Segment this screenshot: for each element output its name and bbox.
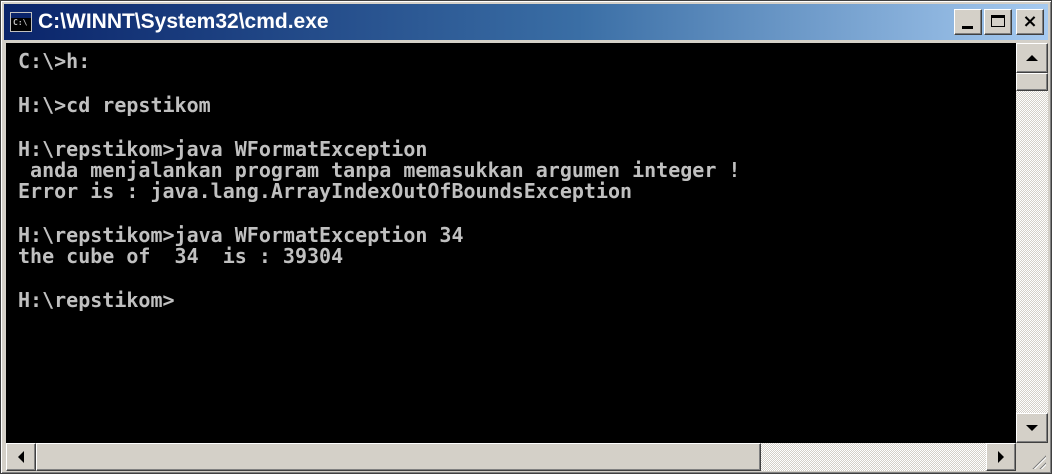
arrow-right-icon	[998, 451, 1004, 463]
console-line: C:\>h:	[18, 49, 91, 73]
console-line: H:\repstikom>	[18, 288, 175, 312]
window-title: C:\WINNT\System32\cmd.exe	[38, 10, 329, 33]
cmd-window: C:\WINNT\System32\cmd.exe × C:\>h: H:\>cd…	[0, 0, 1052, 474]
maximize-icon	[991, 15, 1005, 27]
minimize-icon	[962, 26, 973, 29]
arrow-down-icon	[1026, 425, 1038, 431]
title-bar[interactable]: C:\WINNT\System32\cmd.exe ×	[4, 4, 1048, 40]
console-output[interactable]: C:\>h: H:\>cd repstikom H:\repstikom>java …	[6, 43, 1016, 443]
scroll-left-button[interactable]	[6, 443, 36, 471]
close-button[interactable]: ×	[1016, 9, 1044, 35]
arrow-left-icon	[18, 451, 24, 463]
resize-grip-icon	[1030, 453, 1046, 469]
scroll-right-button[interactable]	[986, 443, 1016, 471]
close-icon: ×	[1022, 11, 1038, 32]
resize-corner[interactable]	[1016, 443, 1048, 471]
vertical-scroll-thumb[interactable]	[1016, 73, 1048, 91]
console-line: anda menjalankan program tanpa memasukka…	[18, 158, 741, 182]
title-buttons: ×	[952, 9, 1044, 35]
scroll-down-button[interactable]	[1016, 413, 1048, 443]
console-line: H:\>cd repstikom	[18, 93, 211, 117]
maximize-button[interactable]	[984, 9, 1012, 35]
scroll-up-button[interactable]	[1016, 43, 1048, 73]
minimize-button[interactable]	[954, 9, 982, 35]
vertical-scrollbar[interactable]	[1016, 43, 1048, 443]
console-line: the cube of 34 is : 39304	[18, 244, 344, 268]
console-line: H:\repstikom>java WFormatException	[18, 137, 428, 161]
console-line: H:\repstikom>java WFormatException 34	[18, 223, 464, 247]
horizontal-scroll-thumb[interactable]	[36, 443, 761, 471]
horizontal-scrollbar[interactable]	[6, 443, 1016, 471]
console-app-icon[interactable]	[10, 12, 32, 32]
arrow-up-icon	[1026, 55, 1038, 61]
console-line: Error is : java.lang.ArrayIndexOutOfBoun…	[18, 179, 633, 203]
